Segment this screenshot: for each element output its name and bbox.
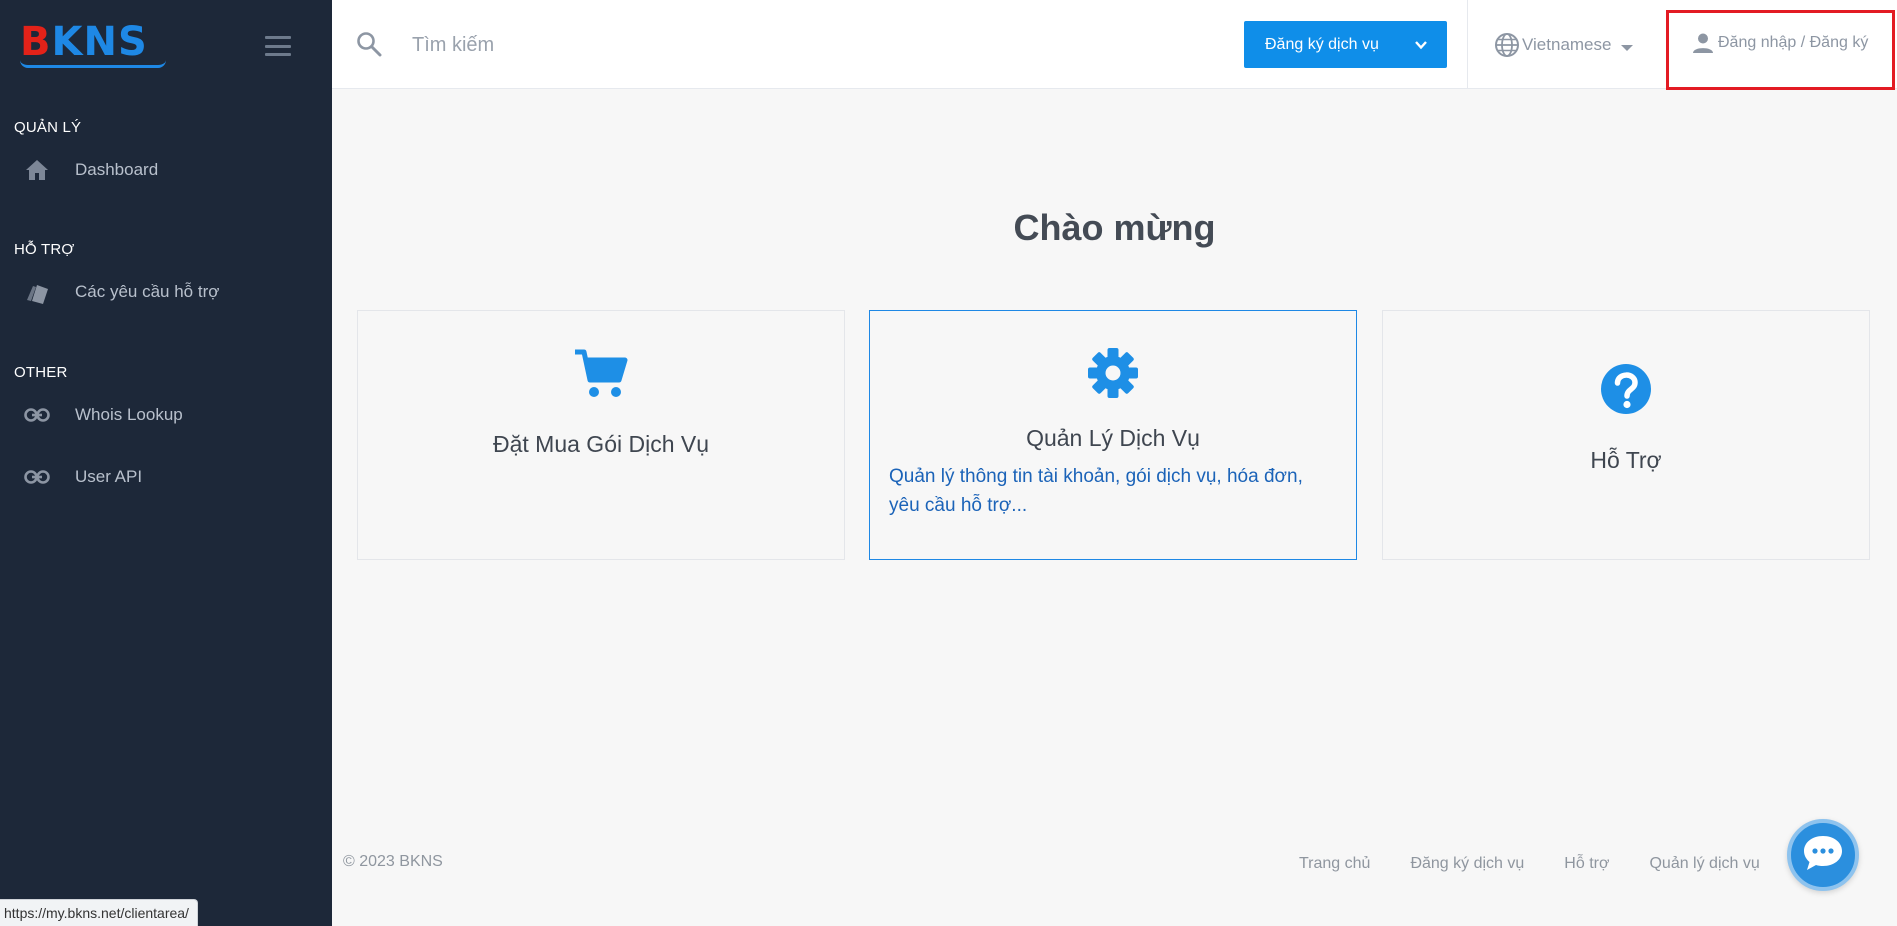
home-icon: [23, 156, 51, 184]
card-manage-service[interactable]: Quản Lý Dịch Vụ Quản lý thông tin tài kh…: [869, 310, 1357, 560]
footer-links: Trang chủ Đăng ký dịch vụ Hỗ trợ Quản lý…: [1299, 855, 1800, 873]
copyright: © 2023 BKNS: [343, 853, 443, 870]
logo-text-kns: KNS: [51, 19, 148, 65]
search-input[interactable]: [412, 26, 972, 64]
footer-link-home[interactable]: Trang chủ: [1299, 855, 1370, 873]
sidebar-section-ho-tro: HỖ TRỢ: [14, 241, 75, 258]
language-selector[interactable]: Vietnamese: [1494, 30, 1634, 60]
sidebar-item-whois-lookup[interactable]: Whois Lookup: [0, 393, 332, 437]
sidebar-item-label: Dashboard: [75, 160, 159, 179]
card-order-service[interactable]: Đặt Mua Gói Dịch Vụ: [357, 310, 845, 560]
card-description: Quản lý thông tin tài khoản, gói dịch vụ…: [889, 466, 1303, 516]
card-title: Hỗ Trợ: [1590, 447, 1662, 473]
header-divider: [1467, 0, 1468, 89]
chat-icon: [1801, 833, 1845, 878]
card-support[interactable]: Hỗ Trợ: [1382, 310, 1870, 560]
logo-text: BKNS: [20, 22, 166, 62]
login-register-link[interactable]: Đăng nhập / Đăng ký: [1692, 32, 1868, 54]
register-service-label: Đăng ký dịch vụ: [1265, 35, 1379, 53]
sidebar-item-label: Whois Lookup: [75, 405, 183, 424]
chevron-down-icon: [1413, 37, 1429, 53]
caret-down-icon: [1621, 39, 1634, 51]
sidebar-item-label: User API: [75, 467, 143, 486]
gear-icon: [1087, 347, 1139, 404]
menu-toggle-icon[interactable]: [265, 36, 291, 56]
globe-icon: [1494, 32, 1520, 58]
link-icon: [23, 401, 51, 429]
search-icon[interactable]: [356, 31, 382, 57]
footer-link-register[interactable]: Đăng ký dịch vụ: [1410, 855, 1524, 873]
bkns-logo[interactable]: BKNS: [20, 22, 166, 68]
status-bar-url: https://my.bkns.net/clientarea/: [0, 899, 198, 926]
sidebar-section-other: OTHER: [14, 364, 68, 381]
card-title: Quản Lý Dịch Vụ: [1026, 425, 1200, 451]
welcome-heading: Chào mừng: [1013, 207, 1216, 248]
footer-link-support[interactable]: Hỗ trợ: [1564, 855, 1609, 873]
footer-link-manage[interactable]: Quản lý dịch vụ: [1649, 855, 1759, 873]
sidebar-section-quan-ly: QUẢN LÝ: [14, 119, 82, 136]
sidebar-item-label: Các yêu cầu hỗ trợ: [75, 282, 220, 301]
sidebar-item-user-api[interactable]: User API: [0, 455, 332, 499]
login-register-label: Đăng nhập / Đăng ký: [1718, 34, 1869, 51]
chat-bubble-button[interactable]: [1787, 819, 1859, 891]
top-bar: Đăng ký dịch vụ Vietnamese Đăng nhập / Đ…: [332, 0, 1897, 90]
sidebar-item-dashboard[interactable]: Dashboard: [0, 148, 332, 192]
sidebar: BKNS QUẢN LÝ Dashboard HỖ TRỢ Các yêu cầ…: [0, 0, 332, 926]
help-icon: [1600, 363, 1652, 420]
user-icon: [1692, 32, 1714, 54]
language-label: Vietnamese: [1522, 35, 1612, 54]
register-service-button[interactable]: Đăng ký dịch vụ: [1244, 21, 1447, 68]
sidebar-item-support-tickets[interactable]: Các yêu cầu hỗ trợ: [0, 270, 332, 314]
card-title: Đặt Mua Gói Dịch Vụ: [492, 431, 710, 457]
link-icon: [23, 463, 51, 491]
tickets-icon: [23, 278, 51, 306]
logo-text-b: B: [20, 19, 52, 65]
app-root: BKNS QUẢN LÝ Dashboard HỖ TRỢ Các yêu cầ…: [0, 0, 1897, 926]
cart-icon: [573, 347, 629, 406]
